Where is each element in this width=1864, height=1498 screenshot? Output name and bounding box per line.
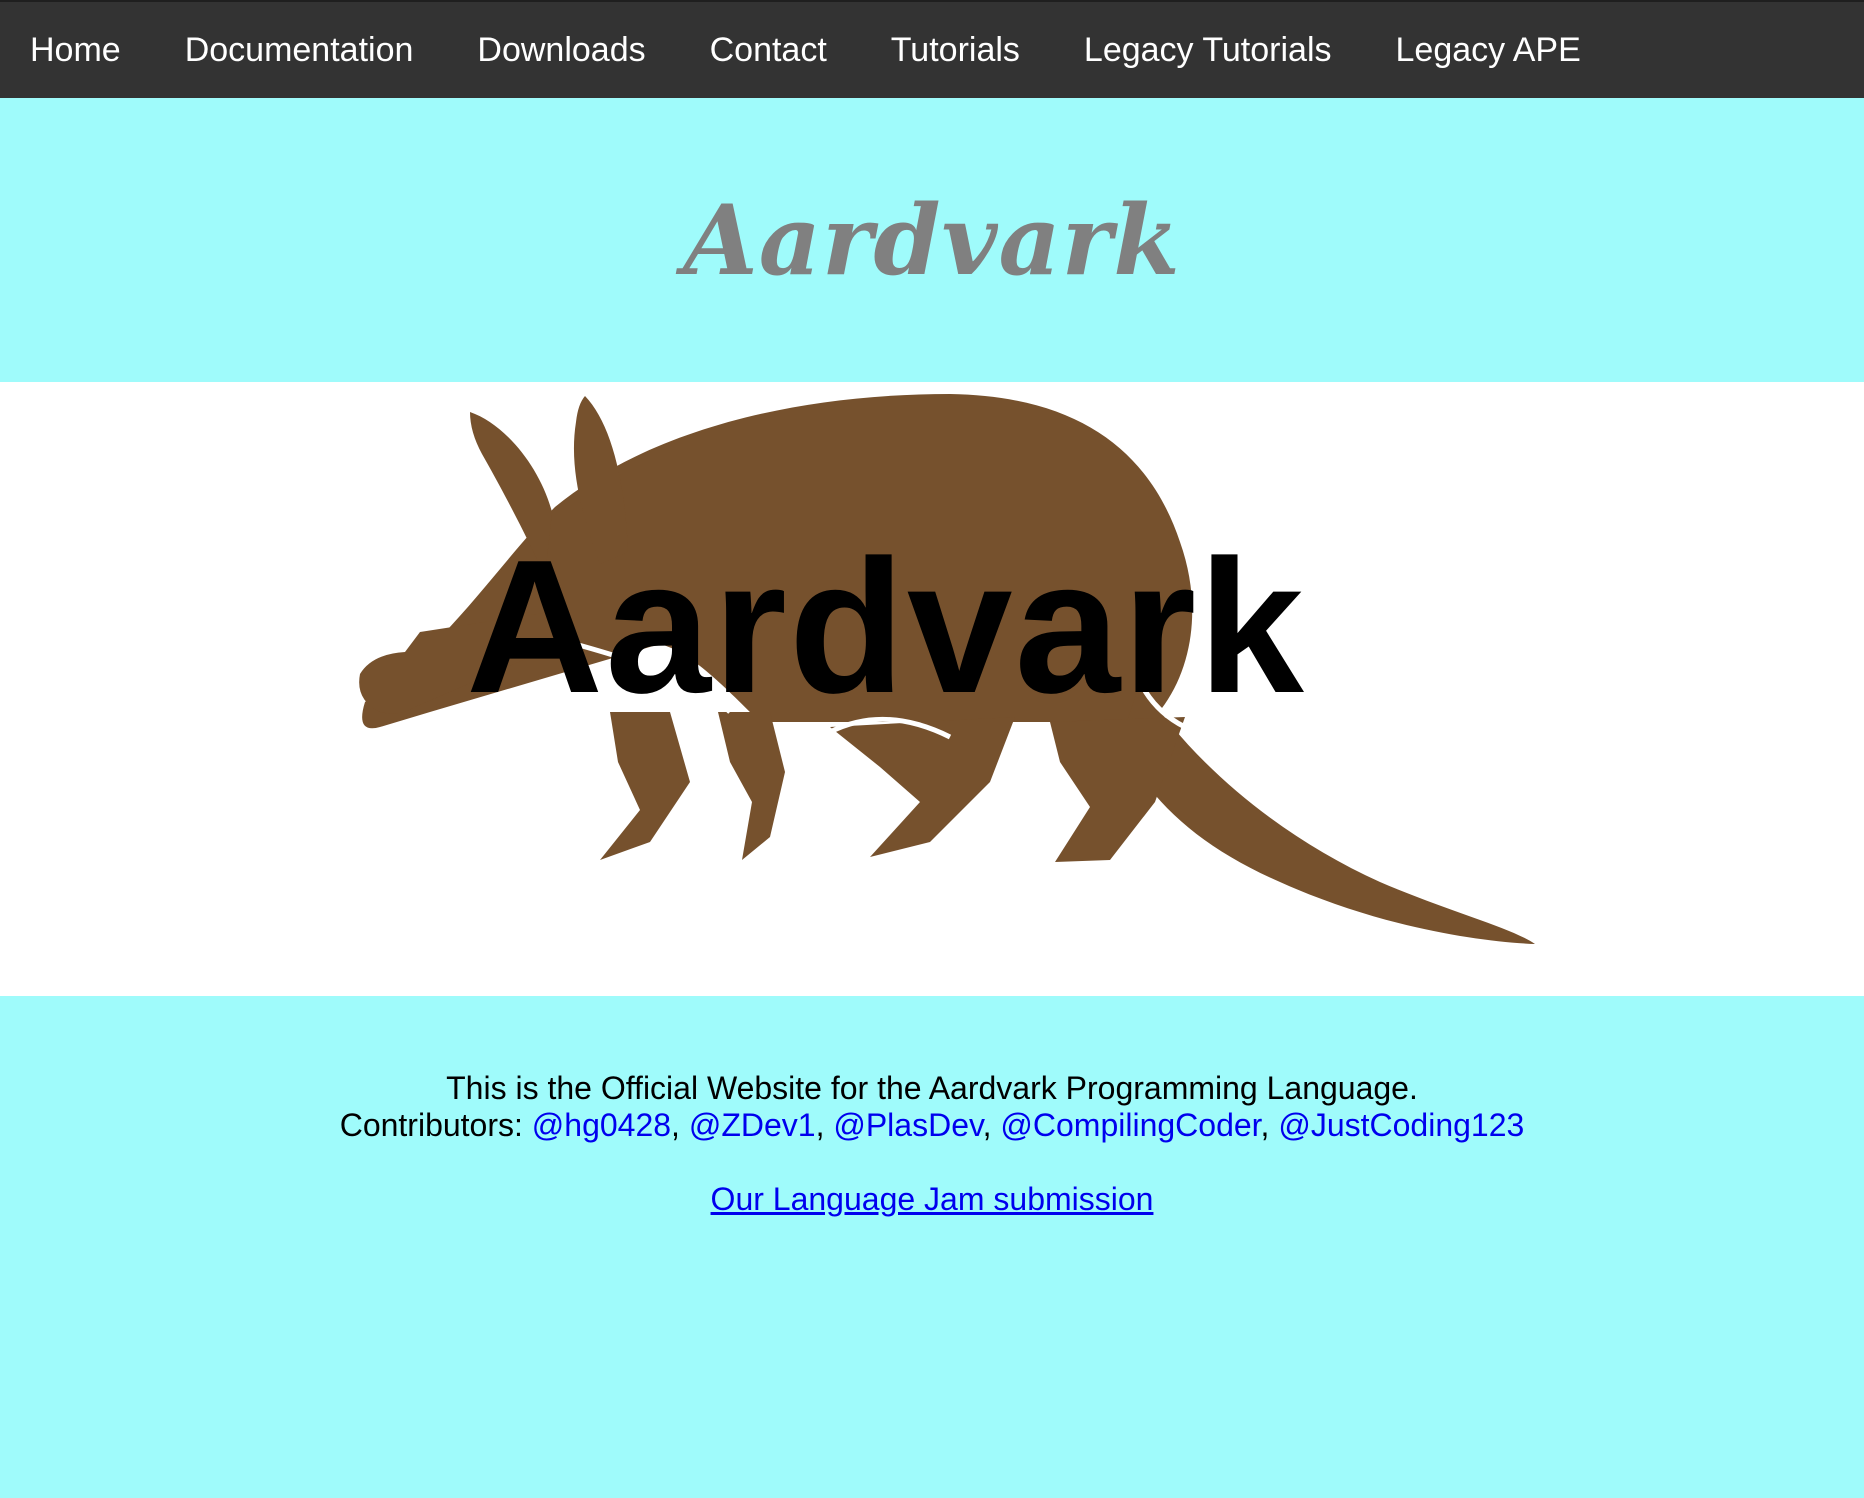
nav-contact-link[interactable]: Contact: [678, 1, 859, 99]
top-navbar: Home Documentation Downloads Contact Tut…: [0, 0, 1864, 98]
nav-legacy-ape-link[interactable]: Legacy APE: [1364, 1, 1613, 99]
contributor-link[interactable]: @hg0428: [532, 1107, 671, 1143]
contributor-separator: ,: [671, 1107, 680, 1143]
nav-documentation-link[interactable]: Documentation: [153, 1, 446, 99]
contributor-link[interactable]: @PlasDev: [833, 1107, 982, 1143]
contributor-separator: ,: [1260, 1107, 1270, 1143]
main-content: This is the Official Website for the Aar…: [0, 996, 1864, 1498]
aardvark-banner: Aardvark: [0, 382, 1864, 996]
contributor-link[interactable]: @CompilingCoder: [1000, 1107, 1260, 1143]
contributor-link[interactable]: @ZDev1: [689, 1107, 816, 1143]
site-description: This is the Official Website for the Aar…: [446, 1070, 1418, 1106]
site-header: Aardvark: [0, 98, 1864, 382]
nav-tutorials-link[interactable]: Tutorials: [859, 1, 1052, 99]
banner-logo-text: Aardvark: [466, 521, 1306, 733]
contributors-label: Contributors:: [339, 1107, 523, 1143]
site-title: Aardvark: [683, 183, 1181, 297]
contributor-separator: ,: [982, 1107, 992, 1143]
contributors-line: Contributors: @hg0428, @ZDev1, @PlasDev,…: [0, 1107, 1864, 1144]
contributor-link[interactable]: @JustCoding123: [1278, 1107, 1524, 1143]
contributor-separator: ,: [815, 1107, 825, 1143]
language-jam-submission-link[interactable]: Our Language Jam submission: [711, 1181, 1154, 1218]
nav-home-link[interactable]: Home: [0, 1, 153, 99]
nav-downloads-link[interactable]: Downloads: [445, 1, 677, 99]
nav-legacy-tutorials-link[interactable]: Legacy Tutorials: [1052, 1, 1364, 99]
